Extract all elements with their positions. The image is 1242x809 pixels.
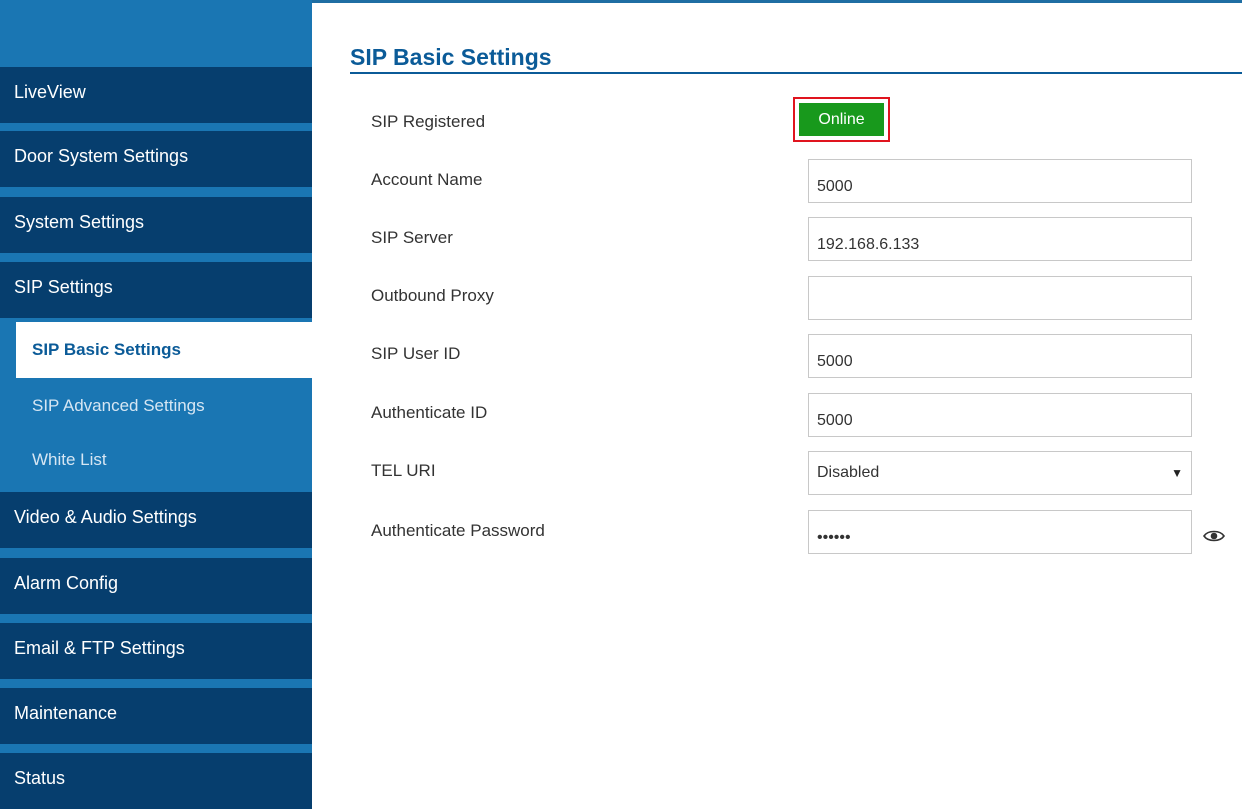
sidebar-subitem-sip-basic-settings[interactable]: SIP Basic Settings (16, 322, 312, 378)
tel-uri-selected-value: Disabled (817, 464, 880, 481)
sidebar-item-video-audio-settings[interactable]: Video & Audio Settings (0, 488, 312, 548)
sip-user-id-label: SIP User ID (371, 344, 461, 363)
sip-user-id-input[interactable] (808, 334, 1192, 378)
outbound-proxy-input[interactable] (808, 276, 1192, 320)
top-border (312, 0, 1242, 3)
sidebar-item-alarm-config[interactable]: Alarm Config (0, 554, 312, 614)
sidebar-item-label: SIP Settings (14, 276, 113, 297)
sidebar-item-label: Alarm Config (14, 572, 119, 593)
sidebar-item-label: Door System Settings (14, 145, 189, 166)
tel-uri-select[interactable]: Disabled ▼ (808, 451, 1192, 495)
sidebar-subitem-white-list[interactable]: White List (16, 432, 312, 488)
chevron-down-icon: ▼ (1171, 466, 1183, 480)
sip-server-input[interactable] (808, 217, 1192, 261)
sidebar-item-sip-settings[interactable]: SIP Settings (0, 258, 312, 318)
account-name-label: Account Name (371, 170, 483, 189)
outbound-proxy-label: Outbound Proxy (371, 286, 494, 305)
sidebar-item-label: LiveView (14, 81, 86, 102)
title-divider (350, 72, 1242, 74)
sidebar-item-door-system-settings[interactable]: Door System Settings (0, 127, 312, 187)
authenticate-id-label: Authenticate ID (371, 403, 488, 422)
sidebar-item-system-settings[interactable]: System Settings (0, 193, 312, 253)
sidebar-header (0, 0, 312, 63)
account-name-input[interactable] (808, 159, 1192, 203)
sidebar-subitem-label: SIP Basic Settings (32, 340, 181, 359)
sip-server-label: SIP Server (371, 228, 453, 247)
sidebar-subitem-sip-advanced-settings[interactable]: SIP Advanced Settings (16, 378, 312, 434)
sidebar-item-maintenance[interactable]: Maintenance (0, 684, 312, 744)
sidebar-item-liveview[interactable]: LiveView (0, 63, 312, 123)
sidebar-item-label: System Settings (14, 211, 145, 232)
authenticate-password-input[interactable] (808, 510, 1192, 554)
sidebar-item-label: Video & Audio Settings (14, 506, 197, 527)
sip-registered-label: SIP Registered (371, 112, 486, 131)
sidebar-subitem-label: SIP Advanced Settings (32, 396, 205, 415)
sidebar-item-label: Status (14, 767, 66, 788)
status-highlight: Online (793, 97, 890, 142)
sidebar-item-status[interactable]: Status (0, 749, 312, 809)
authenticate-id-input[interactable] (808, 393, 1192, 437)
sidebar-item-label: Maintenance (14, 702, 118, 723)
eye-icon[interactable] (1203, 528, 1225, 544)
tel-uri-label: TEL URI (371, 461, 436, 480)
page-title: SIP Basic Settings (350, 44, 552, 70)
sidebar-item-email-ftp-settings[interactable]: Email & FTP Settings (0, 619, 312, 679)
sidebar-item-label: Email & FTP Settings (14, 637, 185, 658)
sidebar: LiveView Door System Settings System Set… (0, 0, 312, 809)
status-badge: Online (799, 103, 884, 136)
sidebar-subitem-label: White List (32, 450, 107, 469)
authenticate-password-label: Authenticate Password (371, 521, 545, 540)
